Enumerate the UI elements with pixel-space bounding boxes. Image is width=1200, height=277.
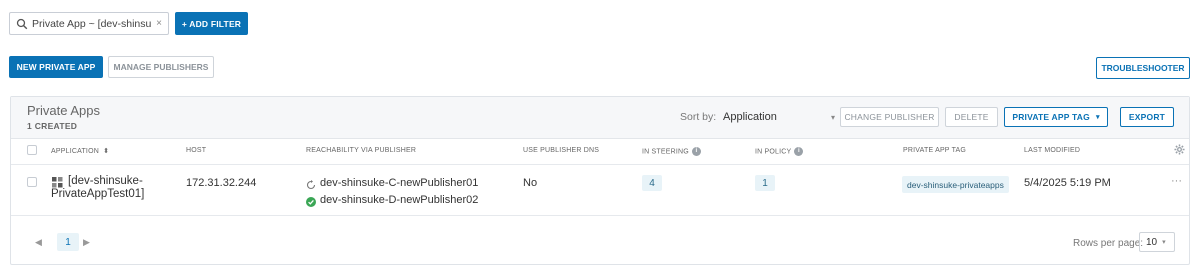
- app-name-line1[interactable]: [dev-shinsuke-: [68, 175, 143, 187]
- publisher-name: dev-shinsuke-D-newPublisher02: [320, 194, 479, 206]
- host-value: 172.31.32.244: [186, 177, 257, 189]
- info-icon[interactable]: i: [691, 147, 701, 156]
- row-divider: [11, 215, 1189, 216]
- chevron-down-icon: ▾: [830, 112, 835, 122]
- panel-header: Private Apps 1 CREATED Sort by: Applicat…: [11, 97, 1189, 139]
- select-all-checkbox[interactable]: [27, 145, 37, 155]
- gear-icon[interactable]: [1174, 144, 1185, 158]
- search-icon: [16, 18, 28, 30]
- created-count: 1 CREATED: [27, 121, 78, 131]
- app-name-line2[interactable]: PrivateAppTest01]: [51, 188, 144, 200]
- in-steering-count[interactable]: 4: [642, 175, 662, 191]
- column-header-application[interactable]: APPLICATION ⬍: [51, 147, 109, 155]
- panel-title: Private Apps: [27, 103, 100, 118]
- next-page-icon[interactable]: ▶: [83, 237, 90, 248]
- sort-by-label: Sort by:: [680, 111, 717, 123]
- row-checkbox[interactable]: [27, 177, 37, 187]
- rows-per-page-label: Rows per page:: [1073, 238, 1144, 249]
- chevron-down-icon: ▾: [1095, 114, 1100, 121]
- publisher-name: dev-shinsuke-C-newPublisher01: [320, 177, 479, 189]
- column-header-use-publisher-dns: USE PUBLISHER DNS: [523, 147, 600, 154]
- column-header-private-app-tag: PRIVATE APP TAG: [903, 147, 967, 154]
- column-header-in-steering: IN STEERING i: [642, 147, 701, 156]
- column-header-host: HOST: [186, 147, 207, 154]
- private-apps-panel: Private Apps 1 CREATED Sort by: Applicat…: [10, 96, 1190, 265]
- prev-page-icon[interactable]: ◀: [35, 237, 42, 248]
- column-header-reachability: REACHABILITY VIA PUBLISHER: [306, 147, 417, 154]
- delete-button[interactable]: DELETE: [945, 107, 998, 127]
- sync-icon: [306, 179, 316, 193]
- troubleshooter-button[interactable]: TROUBLESHOOTER: [1096, 57, 1190, 79]
- check-circle-icon: [306, 196, 316, 210]
- manage-publishers-button[interactable]: MANAGE PUBLISHERS: [108, 56, 214, 78]
- remove-filter-icon[interactable]: ×: [156, 18, 162, 29]
- column-header-in-policy: IN POLICY i: [755, 147, 804, 156]
- sort-select[interactable]: Application ▾: [723, 105, 835, 129]
- sort-select-value: Application: [723, 111, 777, 123]
- change-publisher-button[interactable]: CHANGE PUBLISHER: [840, 107, 939, 127]
- chevron-down-icon: ▾: [1162, 239, 1166, 246]
- private-app-tag[interactable]: dev-shinsuke-privateapps: [902, 176, 1009, 193]
- private-app-tag-button-label: PRIVATE APP TAG: [1012, 112, 1090, 122]
- use-publisher-dns-value: No: [523, 177, 538, 189]
- row-actions-menu[interactable]: ···: [1171, 175, 1182, 187]
- in-policy-count[interactable]: 1: [755, 175, 775, 191]
- private-app-tag-button[interactable]: PRIVATE APP TAG ▾: [1004, 107, 1108, 127]
- rows-per-page-select[interactable]: 10 ▾: [1139, 232, 1175, 252]
- info-icon[interactable]: i: [794, 147, 804, 156]
- filter-chip[interactable]: Private App ~ [dev-shinsuke-P... ×: [9, 12, 169, 35]
- rows-per-page-value: 10: [1146, 236, 1158, 248]
- filter-chip-label: Private App ~ [dev-shinsuke-P...: [32, 17, 152, 30]
- export-button[interactable]: EXPORT: [1120, 107, 1174, 127]
- page-number-button[interactable]: 1: [57, 233, 79, 251]
- header-divider: [11, 164, 1189, 165]
- add-filter-button[interactable]: + ADD FILTER: [175, 12, 248, 35]
- last-modified-value: 5/4/2025 5:19 PM: [1024, 177, 1111, 189]
- sort-icon: ⬍: [103, 148, 110, 155]
- column-header-last-modified: LAST MODIFIED: [1024, 147, 1081, 154]
- new-private-app-button[interactable]: NEW PRIVATE APP: [9, 56, 103, 78]
